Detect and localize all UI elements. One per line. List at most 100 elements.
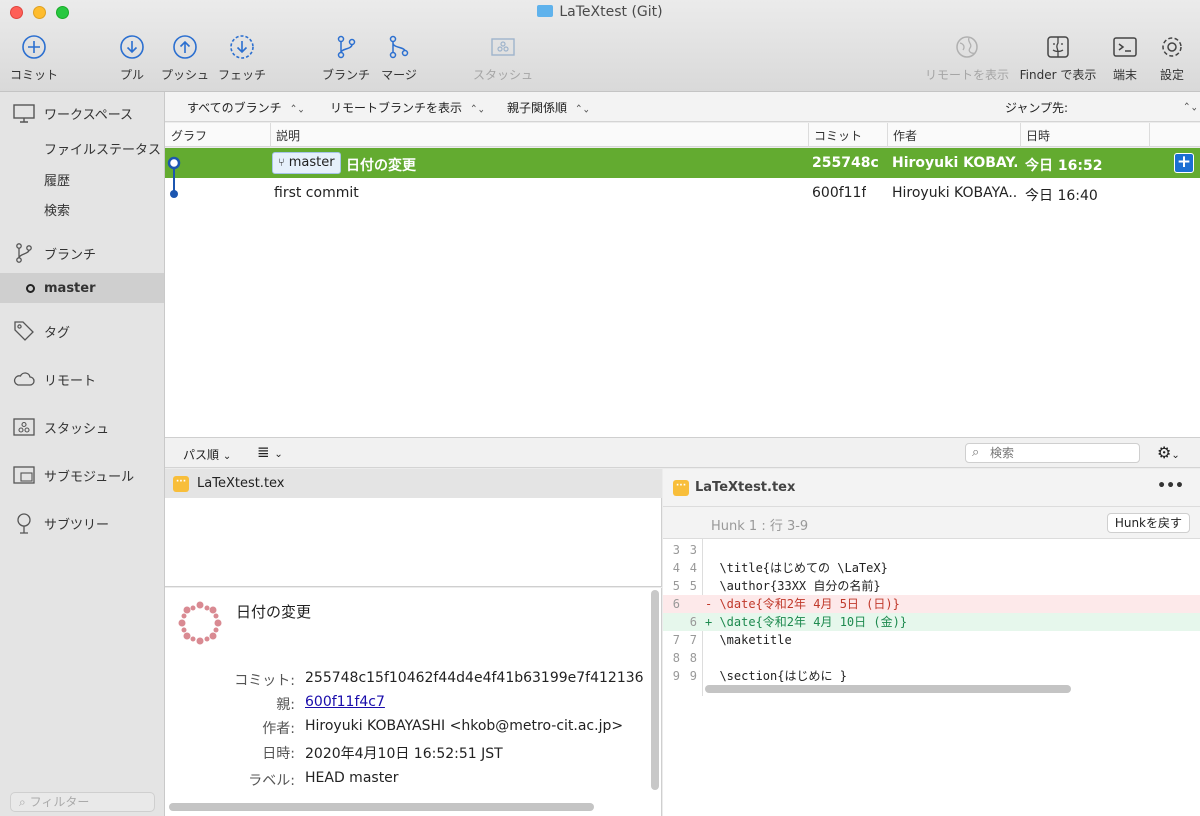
new-line-number: 9 xyxy=(689,669,697,683)
sidebar-item-file-status[interactable]: ファイルステータス xyxy=(0,133,164,163)
search-input[interactable] xyxy=(965,443,1140,463)
terminal-button[interactable]: 端末 xyxy=(1108,34,1142,83)
commit-message: first commit xyxy=(274,185,359,201)
settings-button[interactable]: 設定 xyxy=(1154,34,1190,83)
graph-node-icon xyxy=(170,190,178,198)
old-line-number: 5 xyxy=(672,579,680,593)
diff-line[interactable]: 99 \section{はじめに } xyxy=(663,667,1200,685)
sidebar-item-submodules[interactable]: サブモジュール xyxy=(0,460,164,490)
diff-line[interactable]: 6 + \date{令和2年 4月 10日 (金)} xyxy=(663,613,1200,631)
list-item[interactable]: ··· LaTeXtest.tex xyxy=(165,469,662,498)
diff-line[interactable]: 88 xyxy=(663,649,1200,667)
sidebar-item-history[interactable]: 履歴 xyxy=(0,164,164,194)
tag-icon xyxy=(14,321,34,341)
push-button[interactable]: プッシュ xyxy=(160,34,210,83)
column-author[interactable]: 作者 xyxy=(893,127,917,144)
vertical-scrollbar[interactable] xyxy=(651,590,659,790)
sidebar-item-remotes[interactable]: リモート xyxy=(0,364,164,394)
commit-author: Hiroyuki KOBAY... xyxy=(892,155,1017,171)
commit-author: Hiroyuki KOBAYA... xyxy=(892,185,1017,201)
diff-line[interactable]: 6 - \date{令和2年 4月 5日 (日)} xyxy=(663,595,1200,613)
gear-menu-button[interactable]: ⚙⌄ xyxy=(1157,443,1180,462)
pull-label: プル xyxy=(119,68,144,82)
updown-chevron-icon: ⌃⌄ xyxy=(289,104,305,116)
list-icon: ≣ xyxy=(257,443,270,461)
column-graph[interactable]: グラフ xyxy=(171,127,207,144)
labels-label: ラベル: xyxy=(248,773,295,789)
settings-label: 設定 xyxy=(1159,68,1184,82)
new-line-number: 8 xyxy=(689,651,697,665)
cloud-icon xyxy=(13,372,35,386)
old-line-number: 3 xyxy=(672,543,680,557)
column-date[interactable]: 日時 xyxy=(1026,127,1050,144)
revert-hunk-button[interactable]: Hunkを戻す xyxy=(1106,513,1190,533)
more-options-button[interactable]: ••• xyxy=(1157,478,1184,494)
branch-filter-select[interactable]: すべてのブランチ ⌃⌄ xyxy=(187,99,305,116)
diff-line[interactable]: 33 xyxy=(663,541,1200,559)
commit-label: コミット xyxy=(9,68,58,82)
table-row[interactable]: ⑂ master 日付の変更 255748c Hiroyuki KOBAY...… xyxy=(165,148,1200,193)
diff-code: \author{33XX 自分の名前} xyxy=(705,579,881,593)
sidebar-item-tags[interactable]: タグ xyxy=(0,316,164,346)
history-label: 履歴 xyxy=(44,173,71,189)
branch-label-master[interactable]: ⑂ master xyxy=(272,152,341,174)
column-commit[interactable]: コミット xyxy=(814,127,862,144)
old-line-number: 9 xyxy=(672,669,680,683)
folder-icon xyxy=(537,5,554,17)
sidebar-item-master[interactable]: master xyxy=(0,273,164,303)
fetch-button[interactable]: フェッチ xyxy=(216,34,268,83)
sidebar-item-branches[interactable]: ブランチ xyxy=(0,238,164,268)
diff-code: - \date{令和2年 4月 5日 (日)} xyxy=(705,597,900,611)
jump-to-select[interactable]: ジャンプ先: xyxy=(1005,99,1068,116)
commit-hash: 600f11f xyxy=(812,185,867,201)
merge-button[interactable]: マージ xyxy=(378,34,420,83)
sidebar-item-workspace[interactable]: ワークスペース xyxy=(0,98,164,128)
globe-icon xyxy=(956,36,978,58)
parent-link[interactable]: 600f11f4c7 xyxy=(305,694,385,710)
new-line-number: 7 xyxy=(689,633,697,647)
diff-line[interactable]: 55 \author{33XX 自分の名前} xyxy=(663,577,1200,595)
search-label: 検索 xyxy=(44,203,71,219)
merge-label: マージ xyxy=(381,68,417,82)
diff-line[interactable]: 77 \maketitle xyxy=(663,631,1200,649)
column-separator xyxy=(887,123,888,147)
monitor-icon xyxy=(13,104,35,123)
hunk-header: Hunk 1 : 行 3-9 Hunkを戻す xyxy=(663,507,1200,539)
branch-label: ブランチ xyxy=(321,68,370,82)
add-button[interactable]: + xyxy=(1174,153,1194,173)
diff-code: \section{はじめに } xyxy=(705,669,847,683)
commit-message: 日付の変更 xyxy=(346,158,416,174)
sidebar-item-stashes[interactable]: スタッシュ xyxy=(0,412,164,442)
sidebar-item-search[interactable]: 検索 xyxy=(0,194,164,224)
history-filter-bar: すべてのブランチ ⌃⌄ リモートブランチを表示 ⌃⌄ 親子関係順 ⌃⌄ ジャンプ先: … xyxy=(165,92,1200,122)
remote-branch-select[interactable]: リモートブランチを表示 ⌃⌄ xyxy=(330,99,485,116)
pull-button[interactable]: プル xyxy=(115,34,149,83)
branch-icon xyxy=(16,243,32,263)
horizontal-scrollbar[interactable] xyxy=(169,803,594,811)
plus-circle-icon xyxy=(22,35,46,59)
sidebar-item-subtrees[interactable]: サブツリー xyxy=(0,508,164,538)
stash-button[interactable]: スタッシュ xyxy=(472,34,534,83)
show-remote-button[interactable]: リモートを表示 xyxy=(924,34,1010,83)
chevron-down-icon: ⌄ xyxy=(1171,450,1180,461)
path-order-select[interactable]: パス順 ⌄ xyxy=(183,446,231,463)
table-row[interactable]: first commit 600f11f Hiroyuki KOBAYA... … xyxy=(165,178,1200,208)
old-line-number: 4 xyxy=(672,561,680,575)
column-description[interactable]: 説明 xyxy=(276,127,300,144)
current-branch-label: master xyxy=(44,280,96,296)
commit-button[interactable]: コミット xyxy=(8,34,60,83)
commit-date: 今日 16:52 xyxy=(1025,158,1103,174)
window-title-text: LaTeXtest (Git) xyxy=(559,4,663,20)
show-in-finder-button[interactable]: Finder で表示 xyxy=(1017,34,1099,83)
order-select[interactable]: 親子関係順 ⌃⌄ xyxy=(507,99,590,116)
workspace-label: ワークスペース xyxy=(44,107,134,123)
horizontal-scrollbar[interactable] xyxy=(705,685,1071,693)
avatar xyxy=(178,601,222,645)
diff-line[interactable]: 44 \title{はじめての \LaTeX} xyxy=(663,559,1200,577)
list-view-select[interactable]: ≣ ⌄ xyxy=(257,443,283,461)
branch-button[interactable]: ブランチ xyxy=(320,34,372,83)
push-label: プッシュ xyxy=(160,68,209,82)
jump-to-chevron[interactable]: ⌃⌄ xyxy=(1175,99,1198,114)
sidebar-filter-input[interactable]: ⌕ フィルター xyxy=(10,792,155,812)
old-line-number: 6 xyxy=(672,597,680,611)
